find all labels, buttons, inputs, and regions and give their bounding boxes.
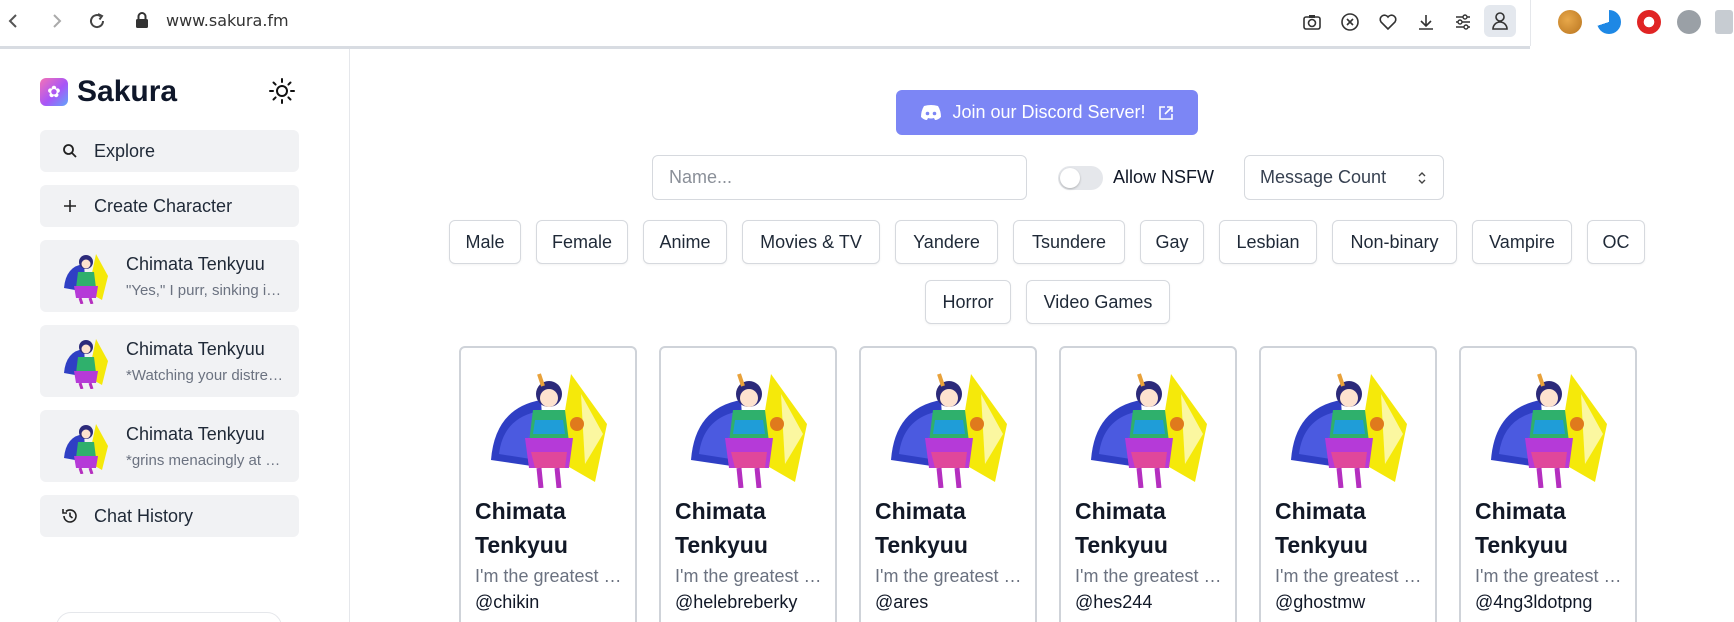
sun-icon[interactable] <box>268 77 296 105</box>
chat-preview: "Yes," I purr, sinking into your embrace <box>126 282 286 299</box>
tag-anime[interactable]: Anime <box>643 220 727 264</box>
tag-horror[interactable]: Horror <box>925 280 1011 324</box>
tag-female[interactable]: Female <box>536 220 628 264</box>
card-author[interactable]: @helebreberky <box>675 592 797 613</box>
character-image <box>1291 373 1407 488</box>
create-character-label: Create Character <box>94 195 233 216</box>
card-description: I'm the greatest god of the market <box>1275 566 1427 586</box>
character-card[interactable]: Chimata Tenkyuu I'm the greatest god of … <box>1459 346 1637 622</box>
tag-yandere[interactable]: Yandere <box>895 220 998 264</box>
card-description: I'm the greatest god of the market <box>875 566 1027 586</box>
card-description: I'm the greatest god of the market <box>675 566 827 586</box>
sakura-logo-icon: ✿ <box>40 78 68 106</box>
reload-icon[interactable] <box>86 10 108 32</box>
history-icon <box>60 506 80 526</box>
shield-icon[interactable] <box>1338 10 1362 34</box>
globe-extension-icon[interactable] <box>1677 10 1701 34</box>
card-author[interactable]: @4ng3ldotpng <box>1475 592 1592 613</box>
discord-button-label: Join our Discord Server! <box>952 102 1146 122</box>
character-card[interactable]: Chimata Tenkyuu I'm the greatest god of … <box>459 346 637 622</box>
sliders-icon[interactable] <box>1451 10 1475 34</box>
camera-icon[interactable] <box>1300 10 1324 34</box>
tag-tsundere[interactable]: Tsundere <box>1013 220 1125 264</box>
chat-character-name: Chimata Tenkyuu <box>126 424 265 444</box>
card-title: Chimata Tenkyuu <box>875 498 968 558</box>
card-title: Chimata Tenkyuu <box>1475 498 1568 558</box>
character-avatar <box>64 424 108 474</box>
back-icon[interactable] <box>2 10 24 32</box>
sort-select-value: Message Count <box>1260 167 1387 187</box>
character-image <box>691 373 807 488</box>
card-title: Chimata Tenkyuu <box>1075 498 1168 558</box>
recent-chat-item[interactable]: Chimata Tenkyuu *Watching your distress … <box>40 325 299 397</box>
character-image <box>1091 373 1207 488</box>
character-card[interactable]: Chimata Tenkyuu I'm the greatest god of … <box>859 346 1037 622</box>
cookie-extension-icon[interactable] <box>1558 10 1582 34</box>
card-title: Chimata Tenkyuu <box>675 498 768 558</box>
external-link-icon <box>1158 105 1173 120</box>
character-image <box>891 373 1007 488</box>
character-avatar <box>64 254 108 304</box>
toggle-knob <box>1060 168 1080 188</box>
card-author[interactable]: @ghostmw <box>1275 592 1365 613</box>
tag-non-binary[interactable]: Non-binary <box>1332 220 1457 264</box>
chat-character-name: Chimata Tenkyuu <box>126 339 265 359</box>
character-card[interactable]: Chimata Tenkyuu I'm the greatest god of … <box>1259 346 1437 622</box>
plus-icon <box>60 196 80 216</box>
character-image <box>491 373 607 488</box>
search-icon <box>60 141 80 161</box>
lock-icon[interactable] <box>134 11 152 31</box>
card-author[interactable]: @hes244 <box>1075 592 1152 613</box>
chat-character-name: Chimata Tenkyuu <box>126 254 265 274</box>
explore-button[interactable]: Explore <box>40 130 299 172</box>
tag-video-games[interactable]: Video Games <box>1026 280 1170 324</box>
sort-select[interactable]: Message Count <box>1244 155 1444 200</box>
discord-icon <box>921 104 942 120</box>
brand[interactable]: ✿ Sakura <box>40 75 177 109</box>
card-title: Chimata Tenkyuu <box>1275 498 1368 558</box>
heart-icon[interactable] <box>1376 10 1400 34</box>
character-card[interactable]: Chimata Tenkyuu I'm the greatest god of … <box>659 346 837 622</box>
tag-vampire[interactable]: Vampire <box>1472 220 1572 264</box>
extension-icon[interactable] <box>1715 10 1733 34</box>
search-input[interactable] <box>652 155 1027 200</box>
recent-chat-item[interactable]: Chimata Tenkyuu "Yes," I purr, sinking i… <box>40 240 299 312</box>
tag-male[interactable]: Male <box>449 220 521 264</box>
card-author[interactable]: @chikin <box>475 592 539 613</box>
card-description: I'm the greatest god of the market <box>1075 566 1227 586</box>
character-avatar <box>64 339 108 389</box>
browser-toolbar: www.sakura.fm <box>0 0 1734 49</box>
discord-join-button[interactable]: Join our Discord Server! <box>896 90 1198 135</box>
nsfw-label: Allow NSFW <box>1113 167 1215 187</box>
loading-extension-icon[interactable] <box>1597 10 1621 34</box>
character-image <box>1491 373 1607 488</box>
chat-history-button[interactable]: Chat History <box>40 495 299 537</box>
create-character-button[interactable]: Create Character <box>40 185 299 227</box>
tag-lesbian[interactable]: Lesbian <box>1219 220 1317 264</box>
download-icon[interactable] <box>1414 10 1438 34</box>
sidebar: ✿ Sakura Explore Create Character Chimat… <box>0 49 350 622</box>
nsfw-toggle[interactable] <box>1058 166 1103 190</box>
tag-oc[interactable]: OC <box>1587 220 1645 264</box>
chat-history-label: Chat History <box>94 505 194 526</box>
card-description: I'm the greatest god of the market <box>475 566 627 586</box>
chat-preview: *grins menacingly at you <box>126 452 286 469</box>
address-bar[interactable]: www.sakura.fm <box>166 11 289 30</box>
tag-movies-tv[interactable]: Movies & TV <box>742 220 880 264</box>
extensions-bar <box>1530 0 1734 46</box>
forward-icon[interactable] <box>46 10 68 32</box>
profile-icon[interactable] <box>1484 5 1516 37</box>
card-description: I'm the greatest god of the market <box>1475 566 1627 586</box>
character-card[interactable]: Chimata Tenkyuu I'm the greatest god of … <box>1059 346 1237 622</box>
explore-label: Explore <box>94 140 156 161</box>
chat-preview: *Watching your distress with a smile <box>126 367 286 384</box>
card-author[interactable]: @ares <box>875 592 928 613</box>
tag-gay[interactable]: Gay <box>1140 220 1204 264</box>
card-title: Chimata Tenkyuu <box>475 498 568 558</box>
brand-name: Sakura <box>77 75 178 108</box>
chevron-updown-icon <box>1418 172 1426 184</box>
sidebar-footer-button[interactable] <box>56 612 282 622</box>
recent-chat-item[interactable]: Chimata Tenkyuu *grins menacingly at you <box>40 410 299 482</box>
opera-extension-icon[interactable] <box>1637 10 1661 34</box>
